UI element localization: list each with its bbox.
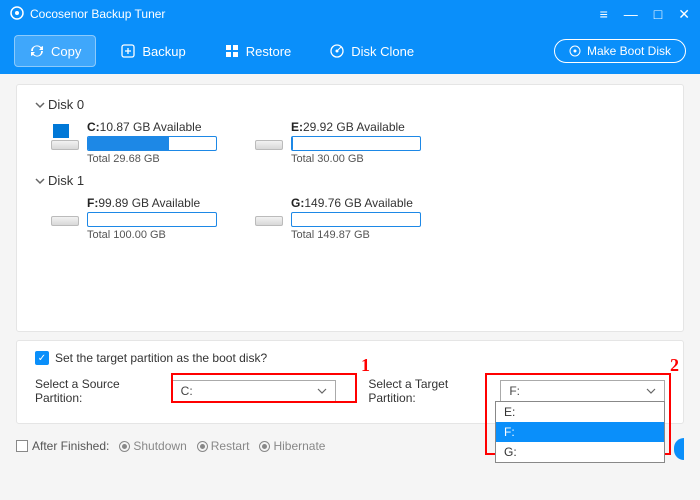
usage-bar (291, 136, 421, 151)
menu-icon[interactable]: ≡ (600, 7, 608, 21)
restore-icon (224, 43, 240, 59)
target-option-e[interactable]: E: (496, 402, 664, 422)
target-partition-label: Select a Target Partition: (368, 377, 494, 405)
shutdown-radio[interactable]: Shutdown (119, 439, 186, 453)
usage-bar (291, 212, 421, 227)
drive-icon (255, 124, 283, 152)
target-partition-dropdown: E: F: G: (495, 401, 665, 463)
disk-clone-icon (329, 43, 345, 59)
chevron-down-icon (646, 386, 656, 396)
target-option-f[interactable]: F: (496, 422, 664, 442)
partition-f[interactable]: F:99.89 GB Available Total 100.00 GB (51, 192, 217, 241)
start-button[interactable] (674, 438, 684, 460)
partition-g[interactable]: G:149.76 GB Available Total 149.87 GB (255, 192, 421, 241)
usage-bar (87, 212, 217, 227)
target-option-g[interactable]: G: (496, 442, 664, 462)
disk0-header[interactable]: Disk 0 (35, 97, 665, 112)
backup-icon (120, 43, 136, 59)
partition-e[interactable]: E:29.92 GB Available Total 30.00 GB (255, 116, 421, 165)
chevron-down-icon (35, 100, 45, 110)
set-boot-checkbox[interactable]: ✓ (35, 351, 49, 365)
copy-tab[interactable]: Copy (14, 35, 96, 67)
source-partition-label: Select a Source Partition: (35, 377, 166, 405)
disk1-header[interactable]: Disk 1 (35, 173, 665, 188)
target-partition-select[interactable]: F: (500, 380, 665, 402)
maximize-button[interactable]: □ (654, 7, 662, 21)
annotation-num-2: 2 (670, 355, 679, 376)
disk-clone-tab[interactable]: Disk Clone (315, 36, 428, 66)
restart-radio[interactable]: Restart (197, 439, 250, 453)
disc-icon (569, 45, 581, 57)
hibernate-radio[interactable]: Hibernate (259, 439, 325, 453)
sync-icon (29, 43, 45, 59)
drive-icon (51, 200, 79, 228)
partition-c[interactable]: C:10.87 GB Available Total 29.68 GB (51, 116, 217, 165)
source-partition-select[interactable]: C: (172, 380, 337, 402)
usage-bar (87, 136, 217, 151)
backup-tab[interactable]: Backup (106, 36, 199, 66)
app-logo-icon (10, 6, 24, 23)
minimize-button[interactable]: — (624, 7, 638, 21)
app-title: Cocosenor Backup Tuner (30, 7, 600, 21)
windows-drive-icon (51, 124, 79, 152)
make-boot-disk-button[interactable]: Make Boot Disk (554, 39, 686, 63)
after-finished-label: After Finished: (32, 439, 109, 453)
chevron-down-icon (35, 176, 45, 186)
titlebar: Cocosenor Backup Tuner ≡ — □ ✕ (0, 0, 700, 28)
chevron-down-icon (317, 386, 327, 396)
options-panel: ✓ Set the target partition as the boot d… (16, 340, 684, 424)
after-finished-checkbox[interactable] (16, 440, 28, 452)
main-toolbar: Copy Backup Restore Disk Clone Make Boot… (0, 28, 700, 74)
set-boot-label: Set the target partition as the boot dis… (55, 351, 267, 365)
close-button[interactable]: ✕ (678, 7, 690, 21)
drive-icon (255, 200, 283, 228)
restore-tab[interactable]: Restore (210, 36, 306, 66)
disks-panel: Disk 0 C:10.87 GB Available Total 29.68 … (16, 84, 684, 332)
